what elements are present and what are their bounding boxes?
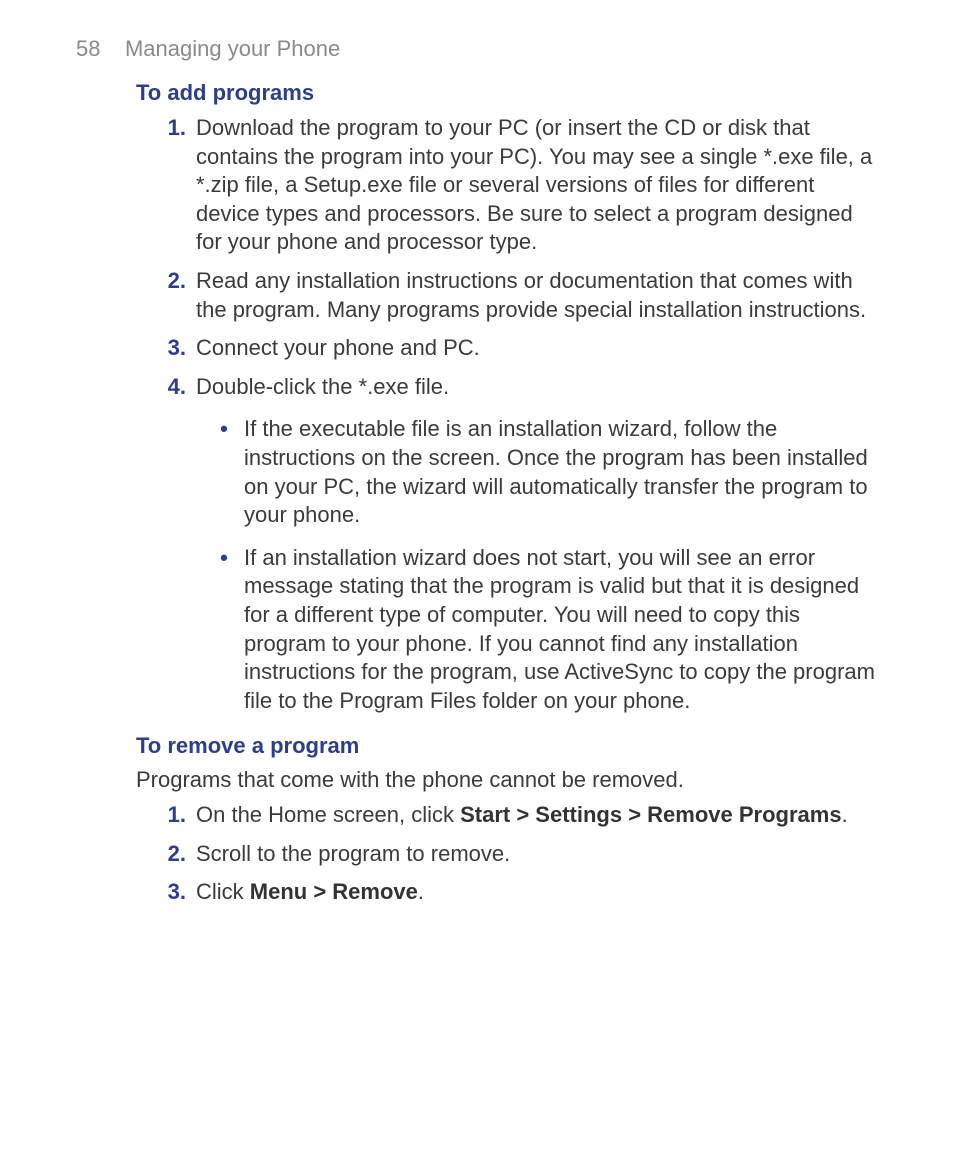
list-item: 4. Double-click the *.exe file. [156, 373, 878, 402]
step-number: 3. [156, 878, 186, 907]
page-number: 58 [76, 36, 100, 61]
step-text: Scroll to the program to remove. [196, 840, 878, 869]
document-page: 58 Managing your Phone To add programs 1… [0, 0, 954, 907]
step-text: Click Menu > Remove. [196, 878, 878, 907]
bullet-text: If the executable file is an installatio… [244, 415, 878, 529]
step-text: Connect your phone and PC. [196, 334, 878, 363]
step-pre: Click [196, 879, 250, 904]
step-number: 2. [156, 840, 186, 869]
page-header: 58 Managing your Phone [76, 36, 878, 62]
bullet-item: • If the executable file is an installat… [212, 415, 878, 529]
step-text: Download the program to your PC (or inse… [196, 114, 878, 257]
step-pre: On the Home screen, click [196, 802, 460, 827]
section-title-add: To add programs [136, 80, 878, 106]
list-item: 3. Click Menu > Remove. [156, 878, 878, 907]
step-pre: Scroll to the program to remove. [196, 841, 510, 866]
list-item: 2. Scroll to the program to remove. [156, 840, 878, 869]
bullet-icon: • [212, 415, 236, 444]
step-number: 4. [156, 373, 186, 402]
step-text: On the Home screen, click Start > Settin… [196, 801, 878, 830]
step-bold: Start > Settings > Remove Programs [460, 802, 841, 827]
list-item: 3. Connect your phone and PC. [156, 334, 878, 363]
step-number: 1. [156, 801, 186, 830]
list-item: 1. On the Home screen, click Start > Set… [156, 801, 878, 830]
bullet-icon: • [212, 544, 236, 573]
step-text: Read any installation instructions or do… [196, 267, 878, 324]
list-item: 2. Read any installation instructions or… [156, 267, 878, 324]
step-post: . [842, 802, 848, 827]
section-title-remove: To remove a program [136, 733, 878, 759]
section-intro: Programs that come with the phone cannot… [136, 767, 878, 793]
step-number: 3. [156, 334, 186, 363]
list-item: 1. Download the program to your PC (or i… [156, 114, 878, 257]
step-post: . [418, 879, 424, 904]
bullet-item: • If an installation wizard does not sta… [212, 544, 878, 716]
chapter-title: Managing your Phone [125, 36, 340, 61]
bullet-text: If an installation wizard does not start… [244, 544, 878, 716]
step-text: Double-click the *.exe file. [196, 373, 878, 402]
step-bold: Menu > Remove [250, 879, 418, 904]
step-number: 1. [156, 114, 186, 143]
step-number: 2. [156, 267, 186, 296]
